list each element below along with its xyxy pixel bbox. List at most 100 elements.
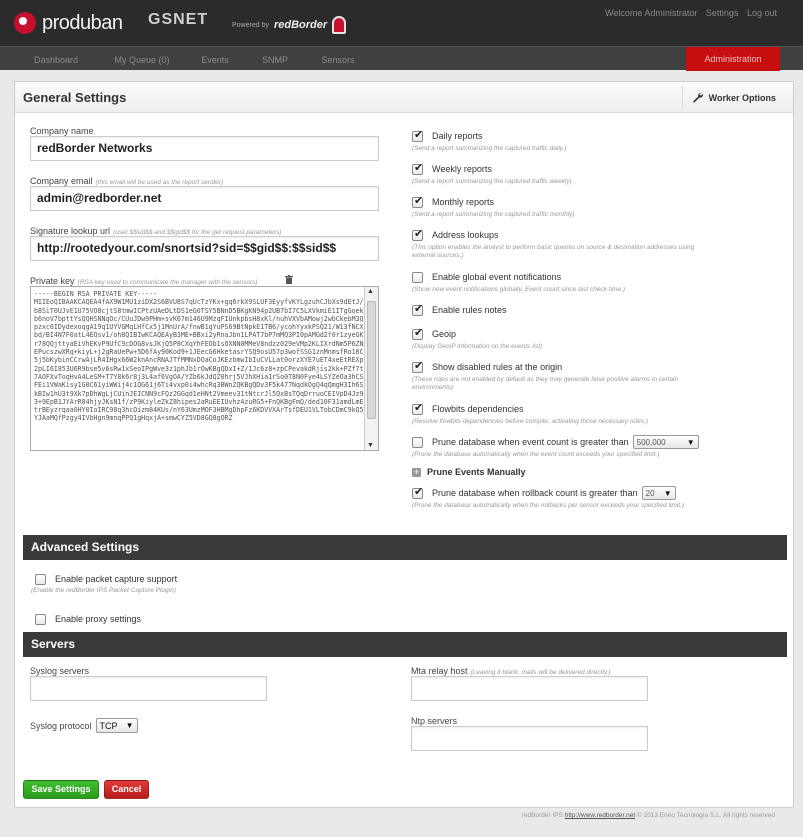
prune-manual-label[interactable]: Prune Events Manually — [427, 467, 526, 477]
tab-sensors[interactable]: Sensors — [306, 49, 370, 71]
flowbits-checkbox[interactable] — [412, 401, 423, 415]
flowbits-label: Flowbits dependencies — [432, 404, 524, 414]
option-weekly-reports: Weekly reports (Send a report summarizin… — [412, 161, 712, 186]
signature-hint: (user $$sid$$ and $$gid$$ for the get re… — [113, 229, 282, 236]
panel-header: General Settings Worker Options — [15, 82, 793, 113]
address-lookups-desc: (This option enables the analyst to perf… — [412, 244, 695, 259]
geoip-checkbox[interactable] — [412, 326, 423, 340]
address-lookups-label: Address lookups — [432, 230, 499, 240]
chevron-down-icon: ▼ — [125, 721, 134, 730]
monthly-reports-checkbox[interactable] — [412, 194, 423, 208]
global-notifications-checkbox[interactable] — [412, 271, 423, 283]
daily-reports-label: Daily reports — [432, 131, 483, 141]
disabled-rules-desc: (These rules are not enabled by default … — [412, 376, 679, 391]
company-email-label: Company email (this email will be used as… — [30, 176, 223, 186]
tab-snmp[interactable]: SNMP — [246, 49, 304, 71]
disabled-rules-checkbox[interactable] — [412, 359, 423, 373]
scroll-up-icon[interactable]: ▲ — [367, 288, 374, 295]
option-proxy: Enable proxy settings — [35, 612, 141, 626]
daily-reports-checkbox[interactable] — [412, 128, 423, 142]
daily-reports-desc: (Send a report summarizing the captured … — [412, 145, 567, 152]
mta-relay-input[interactable] — [411, 676, 648, 701]
settings-link[interactable]: Settings — [706, 8, 739, 18]
trash-icon[interactable] — [285, 275, 293, 284]
prune-rollback-select[interactable]: 20 ▼ — [641, 486, 676, 500]
prune-event-label: Prune database when event count is great… — [432, 437, 629, 447]
option-flowbits: Flowbits dependencies (Resolve flowbits … — [412, 401, 712, 426]
syslog-protocol-value: TCP — [99, 720, 118, 731]
footer-suffix: © 2013 Eneo Tecnología S.L. All rights r… — [636, 812, 775, 819]
option-monthly-reports: Monthly reports (Send a report summarizi… — [412, 194, 712, 219]
company-name-input[interactable]: redBorder Networks — [30, 136, 379, 161]
plus-icon[interactable]: + — [412, 467, 421, 477]
flowbits-desc: (Resolve flowbits dependencies before co… — [412, 418, 648, 425]
cancel-button[interactable]: Cancel — [104, 780, 149, 799]
rules-notes-label: Enable rules notes — [432, 305, 507, 315]
footer-prefix: redBorder IPS — [521, 812, 563, 819]
option-daily-reports: Daily reports (Send a report summarizing… — [412, 128, 712, 153]
logout-link[interactable]: Log out — [747, 8, 777, 18]
geoip-label: Geoip — [432, 329, 457, 339]
prune-event-desc: (Prune the database automatically when t… — [412, 451, 660, 458]
scroll-thumb[interactable] — [367, 301, 376, 419]
packet-capture-label: Enable packet capture support — [55, 574, 178, 584]
packet-capture-checkbox[interactable] — [35, 573, 46, 585]
worker-options-button[interactable]: Worker Options — [681, 86, 785, 109]
option-disabled-rules: Show disabled rules at the origin (These… — [412, 359, 712, 392]
powered-brand: redBorder — [273, 19, 328, 31]
prune-event-select[interactable]: 500,000 ▼ — [632, 435, 699, 449]
private-key-text: -----BEGIN RSA PRIVATE KEY----- MIIEoQIB… — [34, 290, 364, 423]
powered-by-text: Powered by — [232, 21, 269, 29]
scroll-down-icon[interactable]: ▼ — [367, 442, 374, 449]
redborder-mark-icon — [332, 16, 347, 34]
tab-dashboard[interactable]: Dashboard — [14, 49, 98, 71]
weekly-reports-label: Weekly reports — [432, 164, 492, 174]
produban-logo[interactable]: produban — [14, 8, 123, 38]
tab-events[interactable]: Events — [186, 49, 244, 71]
syslog-protocol-label: Syslog protocol — [30, 720, 92, 731]
company-name-label: Company name — [30, 126, 94, 136]
private-key-scrollbar[interactable]: ▲ ▼ — [364, 287, 378, 450]
prune-event-checkbox[interactable] — [412, 436, 423, 448]
footer-link[interactable]: http://www.redborder.net — [565, 812, 635, 819]
ntp-servers-input[interactable] — [411, 726, 648, 751]
syslog-protocol-row: Syslog protocol TCP ▼ — [30, 718, 138, 733]
private-key-hint: (RSA key used to communicate the manager… — [77, 279, 258, 286]
prune-manual[interactable]: + Prune Events Manually — [412, 465, 526, 479]
weekly-reports-checkbox[interactable] — [412, 161, 423, 175]
option-address-lookups: Address lookups (This option enables the… — [412, 227, 712, 260]
wrench-icon — [692, 92, 703, 103]
company-email-input[interactable]: admin@redborder.net — [30, 186, 379, 211]
option-rules-notes: Enable rules notes — [412, 302, 507, 317]
rules-notes-checkbox[interactable] — [412, 302, 423, 316]
syslog-protocol-select[interactable]: TCP ▼ — [95, 718, 138, 733]
syslog-servers-input[interactable] — [30, 676, 267, 701]
address-lookups-checkbox[interactable] — [412, 227, 423, 241]
worker-options-label: Worker Options — [708, 92, 776, 103]
syslog-servers-label: Syslog servers — [30, 666, 90, 676]
private-key-textarea[interactable]: -----BEGIN RSA PRIVATE KEY----- MIIEoQIB… — [30, 286, 379, 451]
user-welcome: Welcome Administrator Settings Log out — [599, 8, 777, 18]
mta-label-text: Mta relay host — [411, 666, 468, 676]
save-settings-button[interactable]: Save Settings — [23, 780, 99, 799]
produban-logo-icon — [14, 12, 36, 34]
signature-label: Signature lookup url (user $$sid$$ and $$… — [30, 226, 281, 236]
chevron-down-icon: ▼ — [663, 488, 672, 498]
signature-label-text: Signature lookup url — [30, 226, 111, 236]
proxy-checkbox[interactable] — [35, 613, 46, 625]
global-notifications-label: Enable global event notifications — [432, 272, 562, 282]
signature-url-input[interactable]: http://rootedyour.com/snortsid?sid=$$gid… — [30, 236, 379, 261]
prune-rollback-desc: (Prune the database automatically when t… — [412, 502, 685, 509]
chevron-down-icon: ▼ — [686, 437, 695, 447]
monthly-reports-label: Monthly reports — [432, 197, 495, 207]
advanced-settings-header: Advanced Settings — [23, 535, 787, 560]
general-settings-panel: General Settings Worker Options Company … — [14, 81, 794, 808]
weekly-reports-desc: (Send a report summarizing the captured … — [412, 178, 572, 185]
mta-hint: (Leaving it blank, mails will be deliver… — [470, 669, 611, 676]
ntp-label: Ntp servers — [411, 716, 458, 726]
tab-administration[interactable]: Administration — [686, 47, 780, 71]
gsnet-logo: GSNET — [148, 11, 209, 28]
prune-rollback-checkbox[interactable] — [412, 485, 423, 499]
company-email-label-text: Company email — [30, 176, 93, 186]
tab-my-queue[interactable]: My Queue (0) — [100, 49, 184, 71]
